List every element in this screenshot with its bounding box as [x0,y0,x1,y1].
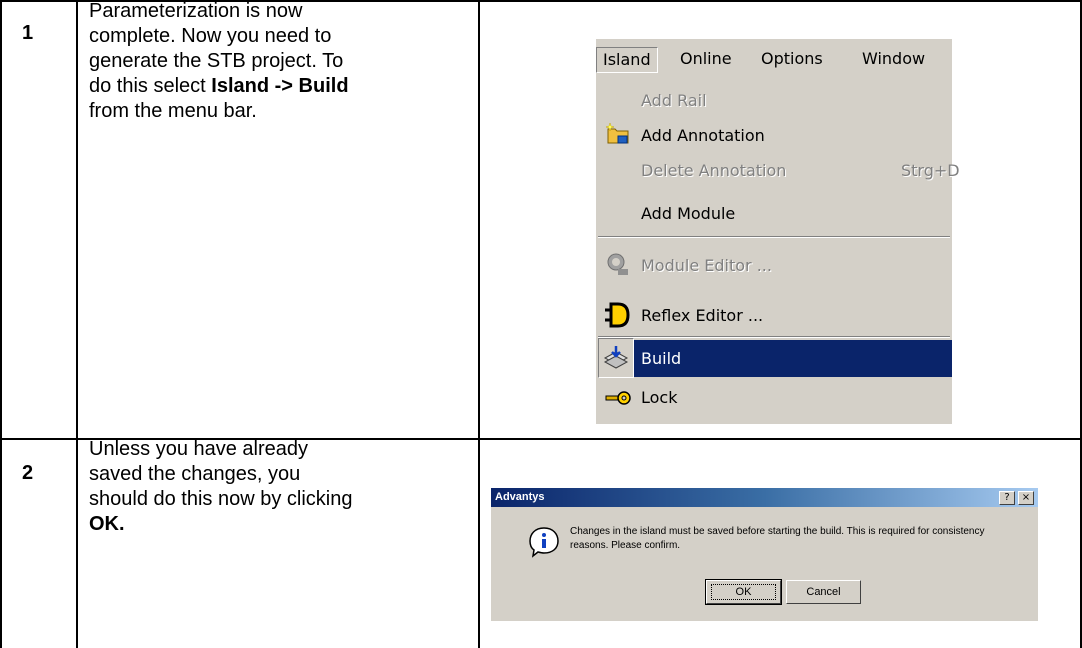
key-icon [605,391,631,405]
focus-rect [711,584,776,600]
step-number: 2 [22,462,34,484]
instruction-line: complete. Now you need to [89,25,332,47]
menu-separator [598,236,950,238]
instruction-text: do this select [89,75,212,97]
row2-number-cell [2,440,76,648]
module-editor-icon [607,253,628,275]
help-icon[interactable]: ? [999,491,1015,505]
menu-item-highlight [634,340,952,377]
island-menu-screenshot: Island Online Options Window Add Rail Ad… [596,39,960,424]
menubar-window[interactable]: Window [856,47,931,71]
instruction-line: do this select Island -> Build [89,74,469,99]
menu-item-add-module[interactable]: Add Module [641,201,735,227]
instruction-line: should do this now by clicking [89,488,353,510]
menu-item-shortcut: Strg+D [901,161,960,180]
instruction-line: saved the changes, you [89,463,301,485]
menu-item-build[interactable]: Build [641,346,681,372]
instruction-line: generate the STB project. To [89,50,344,72]
close-icon[interactable]: × [1018,491,1034,505]
step-instruction: Unless you have already saved the change… [89,437,469,537]
dialog-title: Advantys [495,491,545,503]
instruction-line: Parameterization is now [89,0,303,22]
row1-number-cell [2,2,76,438]
ok-button[interactable]: OK [705,579,782,605]
step-instruction: Parameterization is now complete. Now yo… [89,0,469,124]
ok-reference: OK. [89,513,125,535]
dialog-message: Changes in the island must be saved befo… [570,526,985,551]
menu-item-add-annotation[interactable]: Add Annotation [641,123,765,149]
folder-new-icon [605,122,629,144]
menu-item-reflex-editor[interactable]: Reflex Editor ... [641,303,763,329]
menu-item-delete-annotation[interactable]: Delete Annotation Strg+D [641,158,960,184]
build-icon [603,346,629,369]
menu-separator [598,336,950,338]
cancel-button[interactable]: Cancel [786,580,861,604]
menubar-options[interactable]: Options [755,47,829,71]
advantys-dialog-screenshot: Advantys ? × Changes in the island must … [491,488,1038,621]
info-icon [529,527,559,558]
dialog-titlebar: Advantys ? × [491,488,1038,507]
step-number: 1 [22,22,34,44]
menubar: Island Online Options Window [596,39,952,79]
menu-item-lock[interactable]: Lock [641,385,677,411]
menubar-online[interactable]: Online [674,47,738,71]
menu-item-label: Delete Annotation [641,161,787,180]
instruction-line: Unless you have already [89,438,309,460]
menu-path: Island -> Build [211,75,349,97]
reflex-editor-icon [605,302,630,328]
menubar-island[interactable]: Island [596,47,658,73]
instruction-line: from the menu bar. [89,100,257,122]
menu-item-module-editor[interactable]: Module Editor ... [641,253,772,279]
menu-item-add-rail[interactable]: Add Rail [641,88,707,114]
instruction-line: OK. [89,512,469,537]
